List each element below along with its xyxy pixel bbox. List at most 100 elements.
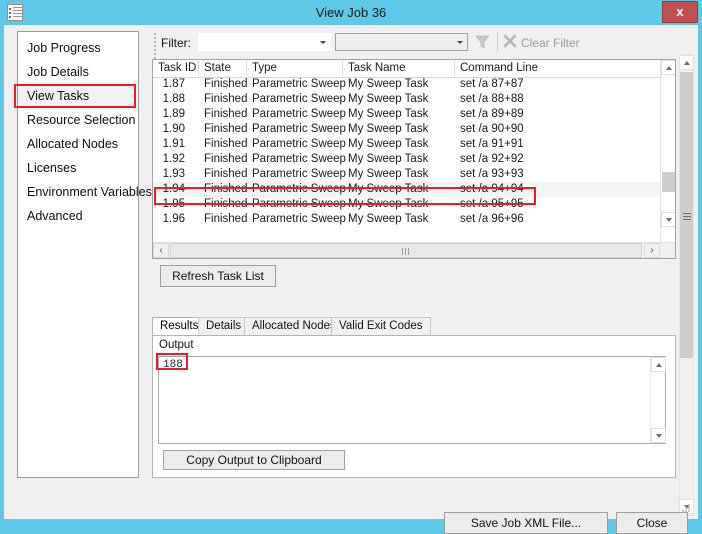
tab-details[interactable]: Details xyxy=(198,317,250,335)
scroll-up-button[interactable] xyxy=(651,357,666,372)
grid-scroll-thumb[interactable] xyxy=(662,172,675,192)
cell-command-line: set /a 93+93 xyxy=(460,168,524,180)
cell-type: Parametric Sweep xyxy=(252,198,346,210)
tab-valid-exit-codes[interactable]: Valid Exit Codes xyxy=(331,317,431,335)
filter-value-select[interactable] xyxy=(335,33,468,51)
scroll-down-button[interactable] xyxy=(651,428,666,443)
results-tabstrip: Results Details Allocated Nodes Valid Ex… xyxy=(152,317,676,335)
sidebar-item-allocated-nodes[interactable]: Allocated Nodes xyxy=(18,132,138,156)
filter-field-select[interactable] xyxy=(198,33,331,51)
scroll-left-button[interactable]: ‹ xyxy=(153,243,169,258)
scroll-thumb-grip xyxy=(683,213,691,220)
column-header-command-line[interactable]: Command Line xyxy=(455,60,660,76)
sidebar-item-licenses[interactable]: Licenses xyxy=(18,156,138,180)
clear-filter-button[interactable]: Clear Filter xyxy=(521,35,580,51)
sidebar-item-job-progress[interactable]: Job Progress xyxy=(18,36,138,60)
copy-output-to-clipboard-button[interactable]: Copy Output to Clipboard xyxy=(163,450,345,470)
cell-task-id: 1.87 xyxy=(162,78,185,90)
title-bar: View Job 36 x xyxy=(0,0,702,25)
resize-grip[interactable] xyxy=(681,504,691,514)
table-row[interactable]: 1.96 Finished Parametric Sweep My Sweep … xyxy=(153,212,675,227)
cell-type: Parametric Sweep xyxy=(252,213,346,225)
task-grid: Task ID State Type Task Name Command Lin… xyxy=(152,59,676,259)
sidebar-item-resource-selection[interactable]: Resource Selection xyxy=(18,108,138,132)
window-title: View Job 36 xyxy=(315,5,387,20)
cell-state: Finished xyxy=(204,138,248,150)
cell-type: Parametric Sweep xyxy=(252,183,346,195)
scroll-right-button[interactable]: › xyxy=(644,243,660,258)
output-label: Output xyxy=(159,339,194,351)
close-x-icon[interactable] xyxy=(503,34,517,48)
task-grid-header: Task ID State Type Task Name Command Lin… xyxy=(153,60,675,78)
cell-command-line: set /a 88+88 xyxy=(460,93,524,105)
column-header-task-id[interactable]: Task ID xyxy=(153,60,199,76)
table-row[interactable]: 1.88 Finished Parametric Sweep My Sweep … xyxy=(153,92,675,107)
cell-type: Parametric Sweep xyxy=(252,138,346,150)
column-header-type[interactable]: Type xyxy=(247,60,343,76)
cell-type: Parametric Sweep xyxy=(252,108,346,120)
cell-command-line: set /a 90+90 xyxy=(460,123,524,135)
cell-task-id: 1.93 xyxy=(162,168,185,180)
toolbar-grip[interactable] xyxy=(153,33,157,59)
cell-task-name: My Sweep Task xyxy=(348,93,429,105)
cell-task-id: 1.91 xyxy=(162,138,185,150)
cell-task-name: My Sweep Task xyxy=(348,78,429,90)
save-job-xml-button[interactable]: Save Job XML File... xyxy=(444,512,608,534)
table-row[interactable]: 1.91 Finished Parametric Sweep My Sweep … xyxy=(153,137,675,152)
cell-state: Finished xyxy=(204,153,248,165)
cell-command-line: set /a 96+96 xyxy=(460,213,524,225)
cell-state: Finished xyxy=(204,78,248,90)
sidebar-item-advanced[interactable]: Advanced xyxy=(18,204,138,228)
grid-horizontal-scrollbar[interactable]: ‹ › xyxy=(153,242,675,258)
tab-allocated-nodes[interactable]: Allocated Nodes xyxy=(244,317,344,335)
grid-vertical-scrollbar[interactable] xyxy=(660,60,675,243)
table-row[interactable]: 1.87 Finished Parametric Sweep My Sweep … xyxy=(153,77,675,92)
cell-command-line: set /a 87+87 xyxy=(460,78,524,90)
cell-command-line: set /a 92+92 xyxy=(460,153,524,165)
table-row[interactable]: 1.93 Finished Parametric Sweep My Sweep … xyxy=(153,167,675,182)
column-header-state[interactable]: State xyxy=(199,60,247,76)
table-row[interactable]: 1.92 Finished Parametric Sweep My Sweep … xyxy=(153,152,675,167)
cell-task-name: My Sweep Task xyxy=(348,153,429,165)
scroll-up-button[interactable] xyxy=(661,60,675,75)
cell-state: Finished xyxy=(204,108,248,120)
scroll-up-button[interactable] xyxy=(679,55,694,70)
navigation-list: Job Progress Job Details View Tasks Reso… xyxy=(17,31,152,478)
toolbar-separator xyxy=(497,32,498,52)
cell-state: Finished xyxy=(204,93,248,105)
scroll-down-button[interactable] xyxy=(661,212,675,227)
sidebar-item-view-tasks[interactable]: View Tasks xyxy=(18,84,138,108)
output-textarea[interactable]: 188 xyxy=(158,356,666,444)
cell-task-id: 1.95 xyxy=(162,198,185,210)
cell-task-name: My Sweep Task xyxy=(348,213,429,225)
cell-task-name: My Sweep Task xyxy=(348,183,429,195)
close-window-button[interactable]: x xyxy=(662,1,698,23)
cell-task-id: 1.89 xyxy=(162,108,185,120)
table-row[interactable]: 1.90 Finished Parametric Sweep My Sweep … xyxy=(153,122,675,137)
cell-state: Finished xyxy=(204,123,248,135)
table-row[interactable]: 1.95 Finished Parametric Sweep My Sweep … xyxy=(153,197,675,212)
cell-task-name: My Sweep Task xyxy=(348,198,429,210)
dialog-vertical-scrollbar[interactable] xyxy=(679,54,694,516)
cell-task-name: My Sweep Task xyxy=(348,168,429,180)
dialog-body: Job Progress Job Details View Tasks Reso… xyxy=(4,25,698,534)
table-row[interactable]: 1.89 Finished Parametric Sweep My Sweep … xyxy=(153,107,675,122)
cell-task-name: My Sweep Task xyxy=(348,123,429,135)
cell-type: Parametric Sweep xyxy=(252,153,346,165)
cell-task-id: 1.90 xyxy=(162,123,185,135)
grid-hscroll-thumb[interactable] xyxy=(170,243,642,258)
cell-task-id: 1.96 xyxy=(162,213,185,225)
sidebar-item-environment-variables[interactable]: Environment Variables xyxy=(18,180,152,204)
view-job-dialog: View Job 36 x Job Progress Job Details V… xyxy=(0,0,702,534)
funnel-icon[interactable] xyxy=(475,34,490,50)
output-vertical-scrollbar[interactable] xyxy=(650,357,666,443)
sidebar-item-job-details[interactable]: Job Details xyxy=(18,60,138,84)
column-header-task-name[interactable]: Task Name xyxy=(343,60,455,76)
close-button[interactable]: Close xyxy=(616,512,688,534)
cell-state: Finished xyxy=(204,198,248,210)
cell-type: Parametric Sweep xyxy=(252,123,346,135)
refresh-task-list-button[interactable]: Refresh Task List xyxy=(160,265,276,287)
cell-type: Parametric Sweep xyxy=(252,78,346,90)
dialog-scroll-thumb[interactable] xyxy=(680,72,693,358)
table-row-selected[interactable]: 1.94 Finished Parametric Sweep My Sweep … xyxy=(153,182,675,197)
